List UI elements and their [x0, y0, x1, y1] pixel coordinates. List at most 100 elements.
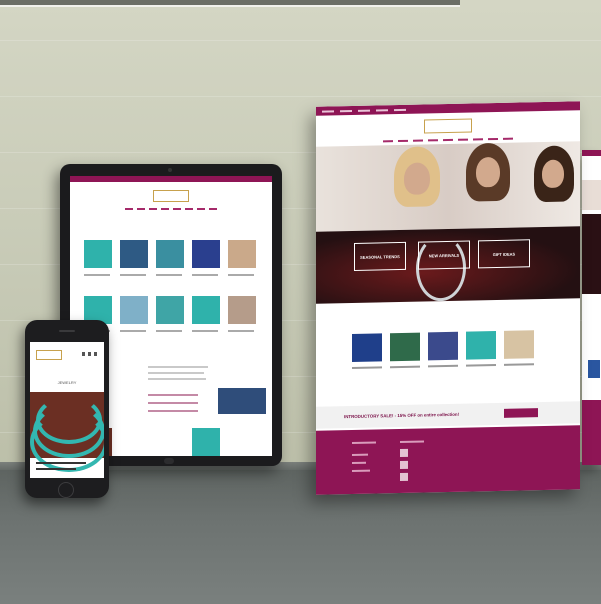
nav-item	[398, 139, 408, 143]
phone-header-icons[interactable]	[82, 352, 100, 356]
footer-heading	[400, 440, 424, 444]
nav-item	[428, 139, 438, 142]
phone-section-title: JEWELRY	[57, 380, 77, 385]
product-caption	[428, 364, 458, 368]
nav-item	[197, 208, 205, 210]
footer-thumb[interactable]	[400, 460, 408, 470]
phone-home-button	[58, 482, 74, 498]
product-caption	[352, 366, 382, 370]
blog-line	[148, 378, 206, 380]
footer-heading	[352, 441, 376, 445]
nav-item	[383, 140, 393, 143]
promo-text: INTRODUCTORY SALE! - 15% OFF on entire c…	[344, 411, 460, 420]
product-thumb[interactable]	[156, 296, 184, 324]
nav-item	[149, 208, 157, 210]
blog-line	[148, 366, 208, 368]
product-thumb[interactable]	[84, 240, 112, 268]
band-box-gift[interactable]: GIFT IDEAS	[478, 239, 530, 269]
band-box-seasonal[interactable]: SEASONAL TRENDS	[354, 241, 406, 271]
product-thumb[interactable]	[504, 330, 534, 359]
product-thumb[interactable]	[156, 240, 184, 268]
sliver-header	[582, 150, 601, 156]
tablet-nav	[70, 208, 272, 210]
product-thumb[interactable]	[192, 296, 220, 324]
blog-line[interactable]	[148, 410, 198, 412]
tablet-camera	[168, 168, 172, 172]
product-thumb[interactable]	[428, 331, 458, 361]
product-caption	[466, 363, 496, 367]
phone-screen: JEWELRY	[30, 342, 104, 478]
model-face	[404, 162, 430, 195]
product-caption	[192, 274, 218, 276]
topbar-link	[394, 108, 406, 111]
product-thumb[interactable]	[390, 332, 420, 362]
topbar-link	[376, 108, 388, 112]
product-caption	[120, 274, 146, 276]
topbar-link	[322, 109, 334, 113]
nav-item	[173, 208, 181, 210]
sliver-footer	[582, 400, 601, 465]
product-caption	[120, 330, 146, 332]
nav-item	[488, 137, 498, 141]
product-caption	[390, 365, 420, 369]
phone-logo	[36, 350, 62, 360]
model-face	[542, 159, 564, 189]
wall-seam	[0, 96, 601, 97]
footer-link[interactable]	[352, 453, 368, 457]
phone-speaker	[59, 330, 75, 332]
tablet-logo	[153, 190, 189, 202]
product-caption	[504, 363, 534, 366]
product-thumb[interactable]	[192, 240, 220, 268]
nav-item	[209, 208, 217, 210]
phone-product-image[interactable]	[30, 392, 104, 472]
sliver-product	[588, 360, 600, 378]
product-thumb[interactable]	[120, 240, 148, 268]
nav-item	[458, 138, 468, 141]
sliver-band	[582, 214, 601, 294]
product-caption	[156, 330, 182, 332]
blog-line[interactable]	[148, 402, 198, 404]
nav-item	[413, 139, 423, 142]
product-thumb[interactable]	[120, 296, 148, 324]
product-caption	[228, 330, 254, 332]
footer-thumb[interactable]	[400, 472, 408, 482]
nav-item	[503, 137, 513, 140]
phone-device: JEWELRY	[25, 320, 109, 498]
nav-item	[125, 208, 133, 210]
nav-item	[185, 208, 193, 210]
product-thumb[interactable]	[192, 428, 220, 456]
nav-item	[473, 138, 483, 141]
product-thumb[interactable]	[228, 296, 256, 324]
nav-item	[161, 208, 169, 210]
blog-line[interactable]	[148, 394, 198, 396]
promo-button[interactable]	[504, 408, 538, 418]
desktop-footer	[316, 425, 580, 495]
band-box-new[interactable]: NEW ARRIVALS	[418, 240, 470, 270]
top-bar-highlight	[0, 5, 460, 7]
product-caption	[36, 468, 76, 470]
product-caption	[228, 274, 254, 276]
product-caption	[192, 330, 218, 332]
product-thumb[interactable]	[466, 330, 496, 360]
product-caption	[36, 462, 86, 464]
topbar-link	[358, 109, 370, 112]
footer-link[interactable]	[352, 461, 366, 465]
blog-line	[148, 372, 204, 374]
product-caption	[156, 274, 182, 276]
product-thumb[interactable]	[352, 333, 382, 363]
sliver-hero	[582, 180, 601, 210]
desktop-website-mockup: SEASONAL TRENDS NEW ARRIVALS GIFT IDEAS …	[316, 101, 580, 495]
tablet-topbar	[70, 176, 272, 182]
nav-item	[443, 138, 453, 142]
nav-item	[137, 208, 145, 210]
hero-banner-models	[316, 141, 580, 232]
model-face	[476, 156, 500, 188]
product-thumb[interactable]	[228, 240, 256, 268]
tablet-feature-image[interactable]	[218, 388, 266, 414]
feature-band: SEASONAL TRENDS NEW ARRIVALS GIFT IDEAS	[316, 226, 580, 304]
product-caption	[84, 274, 110, 276]
promo-bar: INTRODUCTORY SALE! - 15% OFF on entire c…	[316, 401, 580, 429]
wall-seam	[0, 40, 601, 41]
footer-link[interactable]	[352, 469, 370, 473]
footer-thumb[interactable]	[400, 448, 408, 458]
